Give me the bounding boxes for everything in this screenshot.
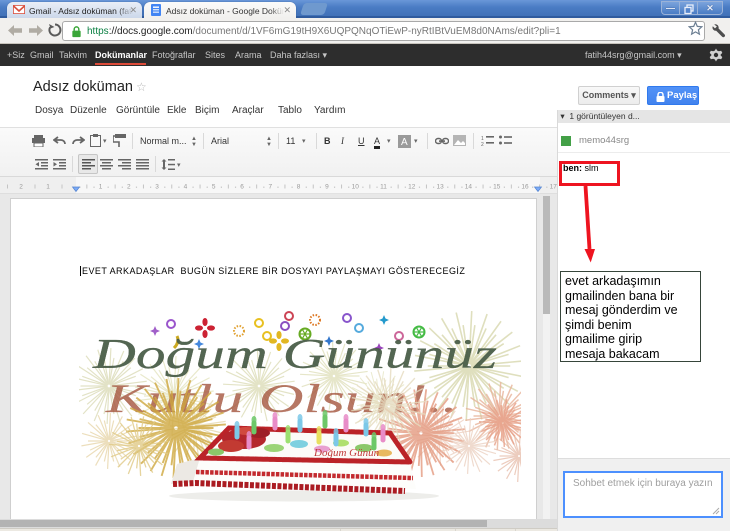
svg-text:9: 9	[325, 184, 329, 191]
svg-text:16: 16	[521, 184, 529, 191]
svg-text:4: 4	[184, 184, 188, 191]
svg-text:2: 2	[19, 184, 23, 191]
svg-text:Doğum Günün: Doğum Günün	[313, 447, 380, 459]
svg-text:7: 7	[268, 184, 272, 191]
svg-text:15: 15	[493, 184, 501, 191]
svg-text:6: 6	[240, 184, 244, 191]
svg-text:14: 14	[465, 184, 473, 191]
svg-text:A: A	[401, 137, 408, 148]
svg-text:Doğum Gününüz: Doğum Gününüz	[92, 332, 497, 378]
svg-text:10: 10	[352, 184, 360, 191]
svg-text:1: 1	[99, 184, 103, 191]
svg-text:2: 2	[481, 142, 484, 146]
svg-text:1: 1	[46, 184, 50, 191]
svg-text:12: 12	[408, 184, 416, 191]
svg-text:5: 5	[212, 184, 216, 191]
svg-text:2: 2	[127, 184, 131, 191]
svg-text:13: 13	[436, 184, 444, 191]
svg-text:8: 8	[297, 184, 301, 191]
svg-text:17: 17	[550, 184, 557, 191]
svg-text:11: 11	[380, 184, 387, 191]
svg-text:3: 3	[155, 184, 159, 191]
